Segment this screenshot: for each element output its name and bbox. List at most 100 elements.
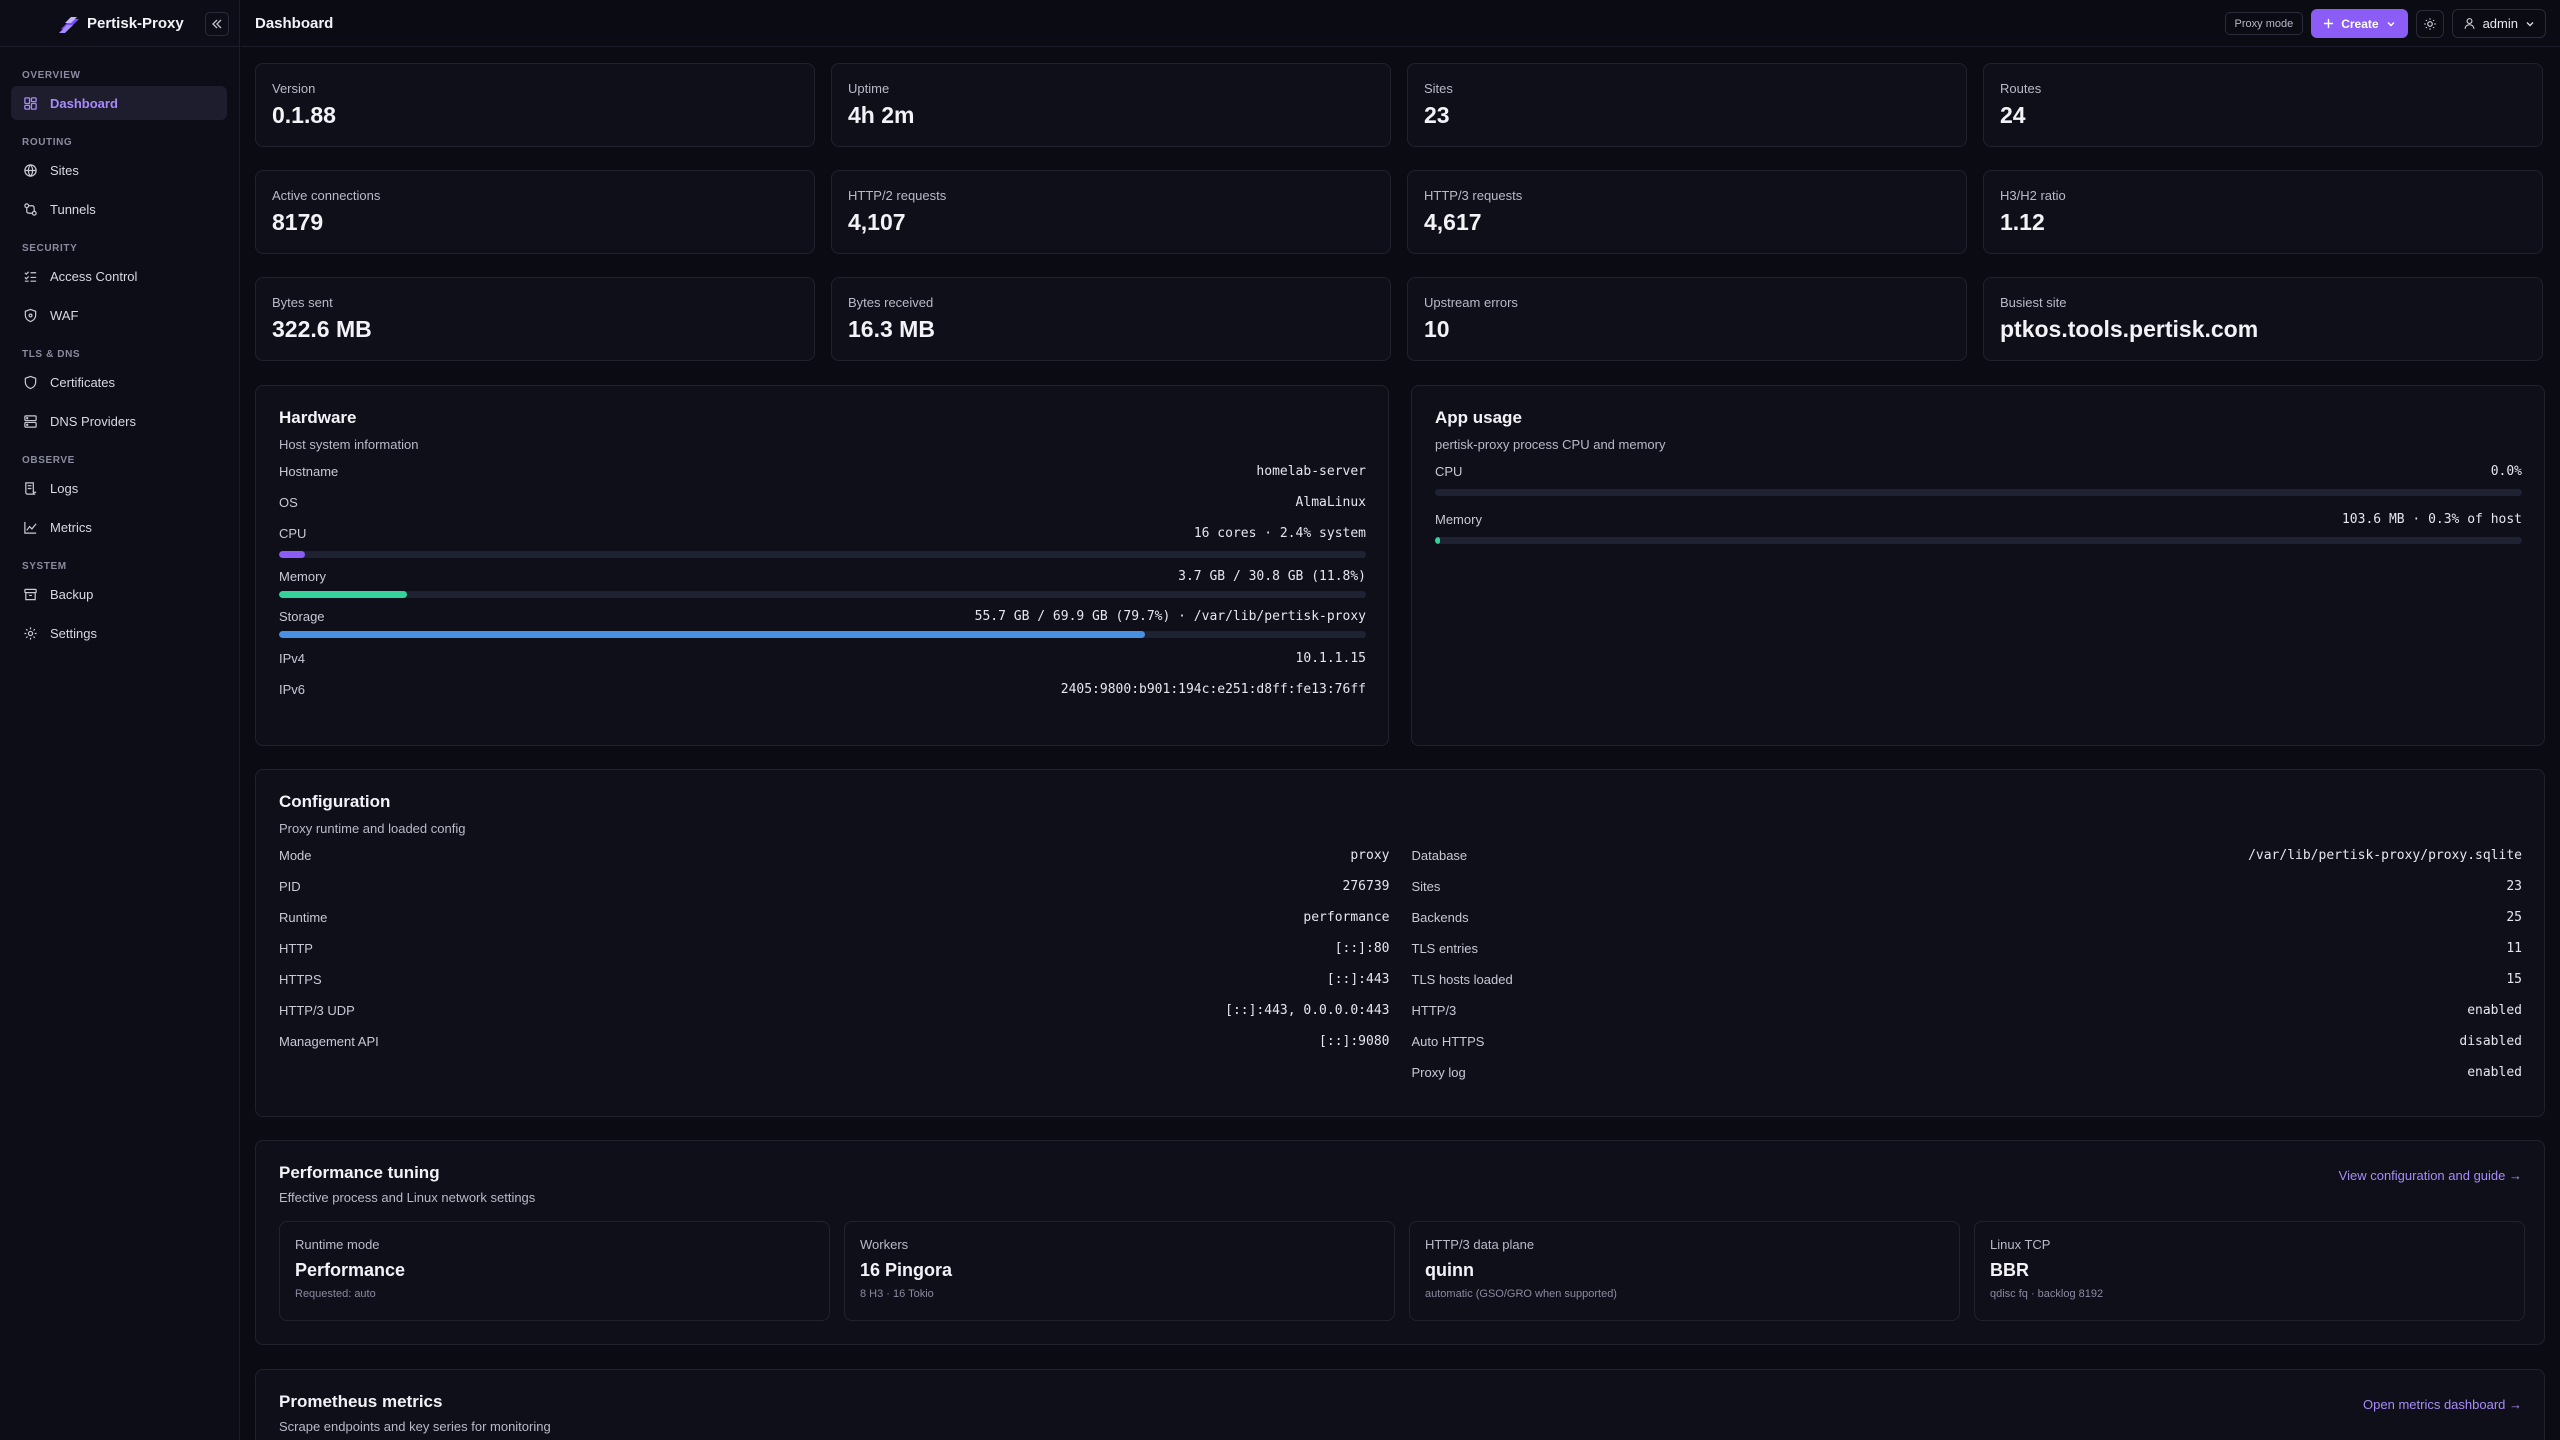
- config-row: Database/var/lib/pertisk-proxy/proxy.sql…: [1412, 840, 2523, 871]
- perf-label: Linux TCP: [1990, 1237, 2051, 1252]
- sidebar-item-label: Settings: [50, 625, 97, 641]
- stat-value: 0.1.88: [272, 102, 336, 128]
- topbar: Dashboard Proxy mode Create admin: [241, 0, 2560, 47]
- stat-label: Busiest site: [2000, 295, 2067, 310]
- user-menu-button[interactable]: admin: [2451, 9, 2546, 38]
- perf-note: Requested: auto: [295, 1288, 376, 1300]
- sidebar-item-label: Logs: [50, 480, 79, 496]
- perf-label: Workers: [860, 1237, 909, 1252]
- row-label: Mode: [279, 848, 312, 863]
- stat-label: HTTP/2 requests: [848, 188, 947, 203]
- collapse-sidebar-button[interactable]: [205, 12, 229, 36]
- memory-usage-bar: [279, 591, 1366, 598]
- storage-usage-bar: [279, 631, 1366, 638]
- stat-grid: Version 0.1.88 Uptime 4h 2m Sites 23 Routes…: [255, 63, 2545, 361]
- row-value: 2405:9800:b901:194c:e251:d8ff:fe13:76ff: [1060, 682, 1366, 697]
- performance-panel: Performance tuning Effective process and…: [255, 1140, 2545, 1345]
- view-config-guide-link[interactable]: View configuration and guide →: [2339, 1168, 2522, 1183]
- row-value: 10.1.1.15: [1295, 651, 1366, 666]
- sidebar-item-dns-providers[interactable]: DNS Providers: [11, 404, 227, 438]
- stat-label: Upstream errors: [1424, 295, 1518, 310]
- perf-value: quinn: [1425, 1260, 1474, 1280]
- nav-section-overview: OVERVIEW: [22, 70, 81, 81]
- sidebar-item-logs[interactable]: Logs: [11, 471, 227, 505]
- sidebar-item-label: Dashboard: [50, 95, 118, 111]
- sidebar-item-tunnels[interactable]: Tunnels: [11, 192, 227, 226]
- perf-value: 16 Pingora: [860, 1260, 953, 1280]
- row-label: Auto HTTPS: [1411, 1034, 1485, 1049]
- row-label: Memory: [1435, 512, 1482, 527]
- open-metrics-dashboard-link[interactable]: Open metrics dashboard →: [2363, 1397, 2522, 1412]
- config-row: HTTPS [::]:443: [279, 964, 1390, 995]
- mode-badge: Proxy mode: [2224, 12, 2304, 35]
- sidebar-item-access-control[interactable]: Access Control: [11, 259, 227, 293]
- row-value: 25: [2506, 910, 2522, 925]
- nav-section-observe: OBSERVE: [22, 455, 75, 466]
- stat-value: ptkos.tools.pertisk.com: [2000, 316, 2259, 342]
- stat-card-http2-requests: HTTP/2 requests 4,107: [831, 170, 1391, 254]
- stat-value: 8179: [272, 209, 324, 235]
- sidebar-item-waf[interactable]: WAF: [11, 298, 227, 332]
- stat-card-sites: Sites 23: [1407, 63, 1967, 147]
- row-value: 276739: [1342, 879, 1390, 894]
- nav-section-system: SYSTEM: [22, 561, 67, 572]
- sidebar-item-label: WAF: [50, 307, 79, 323]
- sidebar-item-label: Access Control: [50, 268, 138, 284]
- stat-card-busiest-site: Busiest site ptkos.tools.pertisk.com: [1983, 277, 2543, 361]
- stat-card-version: Version 0.1.88: [255, 63, 815, 147]
- sidebar-item-settings[interactable]: Settings: [11, 616, 227, 650]
- perf-label: HTTP/3 data plane: [1425, 1237, 1535, 1252]
- nav-section-security: SECURITY: [22, 243, 78, 254]
- sidebar-item-label: Metrics: [50, 519, 92, 535]
- stat-label: Sites: [1424, 81, 1453, 96]
- os-row: OS AlmaLinux: [279, 487, 1366, 518]
- row-label: TLS entries: [1411, 941, 1478, 956]
- sidebar-item-label: DNS Providers: [50, 413, 136, 429]
- panel-title: Hardware: [279, 408, 357, 427]
- sidebar-item-sites[interactable]: Sites: [11, 153, 227, 187]
- config-row: TLS entries 11: [1412, 933, 2523, 964]
- prometheus-panel: Prometheus metrics Scrape endpoints and …: [255, 1369, 2545, 1440]
- sidebar-item-backup[interactable]: Backup: [11, 577, 227, 611]
- row-label: CPU: [279, 526, 307, 541]
- row-label: IPv6: [279, 682, 306, 697]
- panel-subtitle: Proxy runtime and loaded config: [279, 821, 466, 836]
- row-value: [::]:80: [1334, 941, 1390, 956]
- globe-icon: [24, 163, 37, 177]
- row-value: enabled: [2467, 1065, 2522, 1080]
- sidebar-item-label: Certificates: [50, 374, 116, 390]
- row-label: Database: [1411, 848, 1468, 863]
- stat-card-bytes-sent: Bytes sent 322.6 MB: [255, 277, 815, 361]
- server-icon: [24, 414, 37, 428]
- create-button[interactable]: Create: [2311, 9, 2408, 38]
- config-row: Proxy log enabled: [1412, 1057, 2523, 1088]
- row-label: Backends: [1411, 910, 1469, 925]
- dashboard-icon: [24, 96, 37, 110]
- row-label: Memory: [279, 568, 326, 584]
- app-memory-fill: [1435, 537, 1441, 544]
- stat-label: Bytes received: [848, 295, 934, 310]
- sidebar: Pertisk-Proxy OVERVIEW Dashboard ROUTING…: [0, 0, 240, 1440]
- brand[interactable]: Pertisk-Proxy: [0, 0, 239, 47]
- ipv6-row: IPv6 2405:9800:b901:194c:e251:d8ff:fe13:7…: [279, 674, 1366, 705]
- row-label: OS: [279, 495, 298, 510]
- chart-icon: [24, 521, 37, 534]
- plus-icon: [2324, 18, 2334, 29]
- config-row: HTTP/3 enabled: [1412, 995, 2523, 1026]
- stat-label: Uptime: [848, 81, 890, 96]
- theme-toggle-button[interactable]: [2415, 9, 2444, 38]
- config-row: Mode proxy: [279, 840, 1390, 871]
- stat-label: Active connections: [272, 188, 381, 203]
- config-row: Sites 23: [1412, 871, 2523, 902]
- tunnel-icon: [24, 202, 37, 216]
- row-value: 0.0%: [2490, 464, 2522, 479]
- stat-label: Version: [272, 81, 316, 96]
- system-panels: Hardware Host system information Hostnam…: [255, 385, 2545, 746]
- logs-icon: [25, 481, 37, 495]
- sidebar-item-certificates[interactable]: Certificates: [11, 365, 227, 399]
- topbar-actions: Proxy mode Create admin: [2224, 9, 2546, 38]
- stat-card-h3-h2-ratio: H3/H2 ratio 1.12: [1983, 170, 2543, 254]
- sidebar-item-dashboard[interactable]: Dashboard: [11, 86, 227, 120]
- sidebar-item-metrics[interactable]: Metrics: [11, 510, 227, 544]
- panel-title: Performance tuning: [279, 1163, 440, 1182]
